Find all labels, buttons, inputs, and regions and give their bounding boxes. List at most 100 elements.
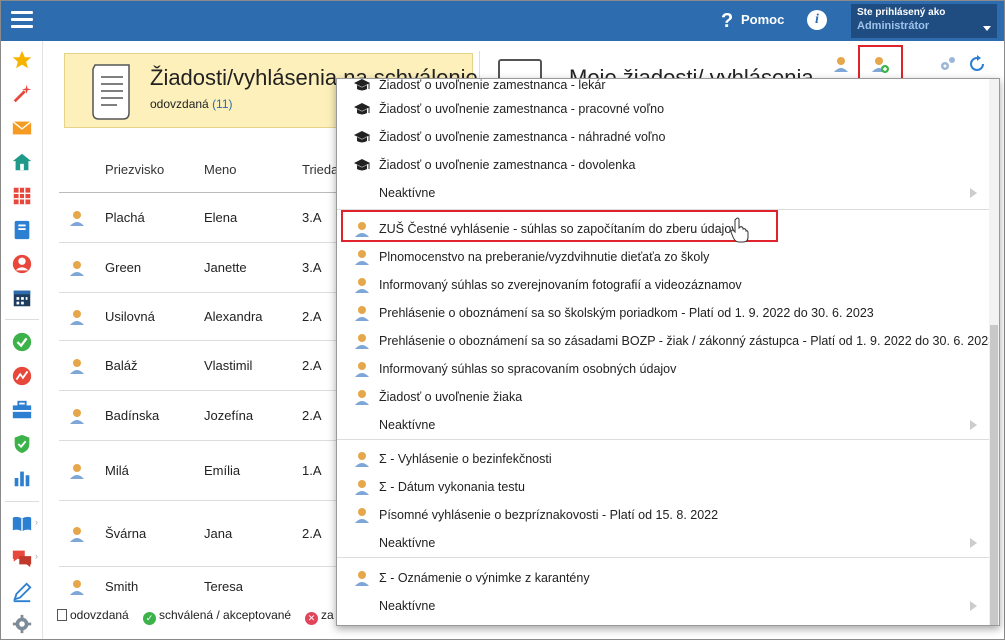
- table-row[interactable]: Milá Emília 1.A: [59, 441, 339, 501]
- pen-icon[interactable]: [11, 581, 33, 603]
- magic-wand-icon[interactable]: [11, 83, 33, 105]
- menu-divider: [337, 557, 991, 558]
- help-icon[interactable]: ?: [721, 10, 733, 33]
- person-request-icon[interactable]: [831, 54, 851, 74]
- menu-item[interactable]: Žiadosť o uvoľnenie zamestnanca - dovole…: [337, 151, 991, 179]
- cell-name: Alexandra: [204, 309, 263, 324]
- table-row[interactable]: Badínska Jozefína 2.A: [59, 391, 339, 441]
- menu-item-label: Neaktívne: [379, 599, 436, 613]
- person-icon: [353, 360, 371, 378]
- cell-class: 3.A: [302, 260, 322, 275]
- table-row[interactable]: Green Janette 3.A: [59, 243, 339, 293]
- calendar-grid-icon[interactable]: [11, 185, 33, 207]
- submenu-arrow-icon: [970, 601, 977, 611]
- menu-divider: [337, 439, 991, 440]
- menu-item-label: Plnomocenstvo na preberanie/vyzdvihnutie…: [379, 250, 710, 264]
- menu-item-inactive-submenu[interactable]: Neaktívne: [337, 592, 991, 620]
- status-label: odovzdaná: [150, 97, 209, 111]
- menu-item-label: Prehlásenie o oboznámení sa so zásadami …: [379, 334, 996, 348]
- info-icon[interactable]: i: [807, 10, 827, 30]
- menu-item-label: Neaktívne: [379, 186, 436, 200]
- legend-rejected: ✕ za: [305, 608, 334, 625]
- status-count[interactable]: (11): [212, 97, 232, 111]
- gear-icon[interactable]: [11, 613, 33, 635]
- column-header-name[interactable]: Meno: [204, 162, 237, 177]
- menu-item-label: Neaktívne: [379, 536, 436, 550]
- help-link[interactable]: Pomoc: [741, 12, 784, 27]
- table-row[interactable]: Usilovná Alexandra 2.A: [59, 293, 339, 341]
- menu-item[interactable]: Σ - Dátum vykonania testu: [337, 473, 991, 501]
- legend-approved: ✓ schválená / akceptované: [143, 608, 291, 625]
- menu-item-label: Žiadosť o uvoľnenie zamestnanca - pracov…: [379, 102, 665, 116]
- chevron-right-icon: ›: [35, 551, 38, 561]
- menu-item[interactable]: Písomné vyhlásenie o bezpríznakovosti - …: [337, 501, 991, 529]
- settings-gears-icon[interactable]: [938, 54, 958, 74]
- menu-item-label: Žiadosť o uvoľnenie zamestnanca - náhrad…: [379, 130, 666, 144]
- person-icon: [353, 304, 371, 322]
- cell-name: Janette: [204, 260, 247, 275]
- menu-scrollbar[interactable]: [989, 79, 999, 625]
- cell-name: Elena: [204, 210, 238, 225]
- cell-name: Emília: [204, 463, 241, 478]
- cell-class: 1.A: [302, 463, 322, 478]
- chart-trend-icon[interactable]: [11, 365, 33, 387]
- cell-class: 3.A: [302, 210, 322, 225]
- graduation-cap-icon: [353, 156, 371, 174]
- column-header-class[interactable]: Trieda: [302, 162, 338, 177]
- star-icon[interactable]: [11, 49, 33, 71]
- briefcase-icon[interactable]: [11, 399, 33, 421]
- cell-surname: Usilovná: [105, 309, 155, 324]
- table-row[interactable]: Smith Teresa: [59, 567, 339, 607]
- hand-cursor-icon: [730, 217, 749, 243]
- person-icon: [353, 248, 371, 266]
- cell-class: 2.A: [302, 358, 322, 373]
- table-row[interactable]: Baláž Vlastimil 2.A: [59, 341, 339, 391]
- notebook-icon[interactable]: [11, 219, 33, 241]
- cell-surname: Badínska: [105, 408, 160, 423]
- person-icon: [353, 388, 371, 406]
- person-icon: [68, 407, 86, 425]
- cell-name: Jana: [204, 526, 233, 541]
- menu-scrollbar-thumb[interactable]: [990, 325, 998, 625]
- cell-name: Jozefína: [204, 408, 254, 423]
- home-icon[interactable]: [11, 151, 33, 173]
- book-icon[interactable]: [11, 513, 33, 535]
- menu-item[interactable]: Prehlásenie o oboznámení sa so zásadami …: [337, 327, 995, 355]
- table-row[interactable]: Švárna Jana 2.A: [59, 501, 339, 567]
- menu-item[interactable]: Prehlásenie o oboznámení sa so školským …: [337, 299, 991, 327]
- bar-chart-icon[interactable]: [11, 467, 33, 489]
- menu-item[interactable]: Plnomocenstvo na preberanie/vyzdvihnutie…: [337, 243, 991, 271]
- refresh-icon[interactable]: [967, 54, 987, 74]
- person-circle-icon[interactable]: [11, 253, 33, 275]
- shield-check-icon[interactable]: [11, 433, 33, 455]
- menu-item[interactable]: Žiadosť o uvoľnenie zamestnanca - náhrad…: [337, 123, 991, 151]
- document-icon: [92, 64, 130, 120]
- user-menu[interactable]: Ste prihlásený ako Administrátor: [851, 4, 997, 38]
- graduation-cap-icon: [353, 79, 371, 94]
- check-circle-icon[interactable]: [11, 331, 33, 353]
- menu-item-inactive-submenu[interactable]: Neaktívne: [337, 179, 991, 207]
- menu-item-inactive-submenu[interactable]: Neaktívne: [337, 529, 991, 557]
- sidebar-divider: [5, 319, 39, 320]
- mail-icon[interactable]: [11, 117, 33, 139]
- cell-surname: Green: [105, 260, 142, 275]
- menu-item[interactable]: Informovaný súhlas so spracovaním osobný…: [337, 355, 991, 383]
- menu-item[interactable]: Σ - Vyhlásenie o bezinfekčnosti: [337, 445, 991, 473]
- chat-bubbles-icon[interactable]: [11, 547, 33, 569]
- table-row[interactable]: Plachá Elena 3.A: [59, 193, 339, 243]
- menu-item[interactable]: Informovaný súhlas so zverejnovaním foto…: [337, 271, 991, 299]
- schedule-icon[interactable]: [11, 287, 33, 309]
- person-icon: [353, 276, 371, 294]
- top-bar: ? Pomoc i Ste prihlásený ako Administrát…: [1, 1, 1004, 41]
- graduation-cap-icon: [353, 100, 371, 118]
- menu-item[interactable]: Žiadosť o uvoľnenie zamestnanca - pracov…: [337, 95, 991, 123]
- submenu-arrow-icon: [970, 420, 977, 430]
- menu-item[interactable]: Žiadosť o uvoľnenie žiaka: [337, 383, 991, 411]
- menu-item-inactive-submenu[interactable]: Neaktívne: [337, 411, 991, 439]
- column-header-surname[interactable]: Priezvisko: [105, 162, 164, 177]
- user-label: Ste prihlásený ako: [857, 7, 946, 18]
- hamburger-menu-icon[interactable]: [11, 11, 33, 29]
- cell-name: Teresa: [204, 579, 244, 594]
- menu-item[interactable]: Σ - Oznámenie o výnimke z karantény: [337, 564, 991, 592]
- person-icon: [68, 259, 86, 277]
